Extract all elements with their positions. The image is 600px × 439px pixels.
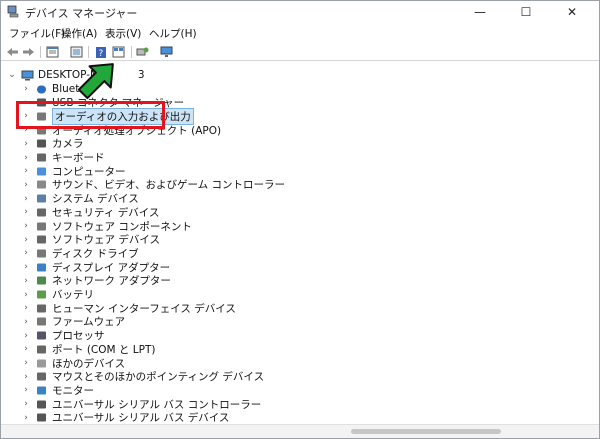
expand-chevron-icon[interactable]: › xyxy=(21,194,31,204)
expand-chevron-icon[interactable]: › xyxy=(21,372,31,382)
bluetooth-icon xyxy=(37,85,46,93)
battery-icon xyxy=(37,290,46,299)
usb-controller-icon xyxy=(37,400,46,409)
horizontal-scrollbar[interactable] xyxy=(1,424,599,438)
expand-chevron-icon[interactable]: › xyxy=(21,303,31,313)
collapse-chevron-icon[interactable]: ⌄ xyxy=(7,70,17,80)
tree-item[interactable]: › ディスプレイ アダプター xyxy=(21,260,170,274)
usb-device-icon xyxy=(37,413,46,422)
processor-icon xyxy=(37,331,46,340)
tree-item[interactable]: › プロセッサ xyxy=(21,329,104,343)
tree-item[interactable]: › カメラ xyxy=(21,137,83,151)
expand-chevron-icon[interactable]: › xyxy=(21,84,31,94)
display-adapter-icon xyxy=(37,263,46,272)
tree-item[interactable]: › モニター xyxy=(21,383,94,397)
tree-item[interactable]: › ユニバーサル シリアル バス デバイス xyxy=(21,411,229,424)
expand-chevron-icon[interactable]: › xyxy=(21,385,31,395)
tree-item[interactable]: › ディスク ドライブ xyxy=(21,246,138,260)
menu-file[interactable]: ファイル(F) xyxy=(9,26,65,41)
tree-item[interactable]: › ほかのデバイス xyxy=(21,356,125,370)
security-icon xyxy=(37,208,46,217)
tree-item[interactable]: › ユニバーサル シリアル バス コントローラー xyxy=(21,397,261,411)
close-icon: ✕ xyxy=(566,5,578,19)
highlight-box xyxy=(16,101,165,129)
expand-chevron-icon[interactable]: › xyxy=(21,207,31,217)
minimize-icon: — xyxy=(474,5,486,19)
tree-item[interactable]: › システム デバイス xyxy=(21,192,139,206)
expand-chevron-icon[interactable]: › xyxy=(21,358,31,368)
other-device-icon xyxy=(37,359,46,367)
menu-view[interactable]: 表示(V) xyxy=(105,26,141,41)
maximize-icon: ☐ xyxy=(520,5,532,19)
camera-icon xyxy=(37,139,46,148)
expand-chevron-icon[interactable]: › xyxy=(21,276,31,286)
properties-icon[interactable] xyxy=(45,45,60,59)
scan-hardware-icon[interactable] xyxy=(135,45,150,59)
expand-chevron-icon[interactable]: › xyxy=(21,399,31,409)
mouse-icon xyxy=(37,372,46,381)
software-device-icon xyxy=(37,235,46,244)
expand-chevron-icon[interactable]: › xyxy=(21,317,31,327)
expand-chevron-icon[interactable]: › xyxy=(21,153,31,163)
tree-item[interactable]: › サウンド、ビデオ、およびゲーム コントローラー xyxy=(21,178,285,192)
tree-item-label: ユニバーサル シリアル バス デバイス xyxy=(52,412,230,424)
tree-item[interactable]: › ポート (COM と LPT) xyxy=(21,342,155,356)
tree-item[interactable]: › コンピューター xyxy=(21,164,125,178)
expand-chevron-icon[interactable]: › xyxy=(21,166,31,176)
window-title: デバイス マネージャー xyxy=(25,7,138,20)
software-component-icon xyxy=(37,222,46,230)
keyboard-icon xyxy=(37,153,46,162)
tree-item[interactable]: › キーボード xyxy=(21,151,104,165)
expand-chevron-icon[interactable]: › xyxy=(21,344,31,354)
expand-chevron-icon[interactable]: › xyxy=(21,221,31,231)
tree-root[interactable]: ⌄ DESKTOP-N 3 xyxy=(7,68,145,82)
expand-chevron-icon[interactable]: › xyxy=(21,413,31,423)
close-button[interactable]: ✕ xyxy=(549,1,595,23)
minimize-button[interactable]: — xyxy=(457,1,503,23)
port-icon xyxy=(37,345,46,354)
maximize-button[interactable]: ☐ xyxy=(503,1,549,23)
tree-root-suffix: 3 xyxy=(137,69,145,81)
monitor-toolbar-icon[interactable] xyxy=(159,45,174,59)
tree-item[interactable]: › ソフトウェア コンポーネント xyxy=(21,219,192,233)
device-manager-app-icon xyxy=(7,5,19,18)
expand-chevron-icon[interactable]: › xyxy=(21,262,31,272)
green-arrow-icon xyxy=(77,63,114,100)
title-bar: デバイス マネージャー — ☐ ✕ xyxy=(1,1,599,23)
tree-item[interactable]: › マウスとそのほかのポインティング デバイス xyxy=(21,370,264,384)
expand-chevron-icon[interactable]: › xyxy=(21,290,31,300)
menu-help[interactable]: ヘルプ(H) xyxy=(149,26,197,41)
expand-chevron-icon[interactable]: › xyxy=(21,331,31,341)
device-manager-window: デバイス マネージャー — ☐ ✕ ファイル(F) 操作(A) 表示(V) ヘル… xyxy=(0,0,600,439)
network-adapter-icon xyxy=(37,276,46,285)
tree-item[interactable]: › ファームウェア xyxy=(21,315,125,329)
tree-item[interactable]: › バッテリ xyxy=(21,288,94,302)
monitor-icon xyxy=(37,386,46,395)
tree-item[interactable]: › ソフトウェア デバイス xyxy=(21,233,160,247)
sound-icon xyxy=(37,180,46,189)
forward-icon[interactable] xyxy=(21,45,36,59)
expand-chevron-icon[interactable]: › xyxy=(21,235,31,245)
expand-chevron-icon[interactable]: › xyxy=(21,248,31,258)
computer-icon xyxy=(37,167,46,176)
expand-chevron-icon[interactable]: › xyxy=(21,139,31,149)
tree-item[interactable]: › ヒューマン インターフェイス デバイス xyxy=(21,301,236,315)
back-icon[interactable] xyxy=(5,45,20,59)
menu-action[interactable]: 操作(A) xyxy=(61,26,97,41)
system-device-icon xyxy=(37,194,46,203)
scrollbar-thumb[interactable] xyxy=(351,429,501,434)
menu-bar: ファイル(F) 操作(A) 表示(V) ヘルプ(H) xyxy=(1,24,599,42)
firmware-icon xyxy=(37,317,46,326)
computer-root-icon xyxy=(21,70,34,80)
disk-drive-icon xyxy=(37,249,46,258)
tree-item[interactable]: › ネットワーク アダプター xyxy=(21,274,171,288)
hid-icon xyxy=(37,304,46,313)
tree-item[interactable]: › セキュリティ デバイス xyxy=(21,205,159,219)
expand-chevron-icon[interactable]: › xyxy=(21,180,31,190)
